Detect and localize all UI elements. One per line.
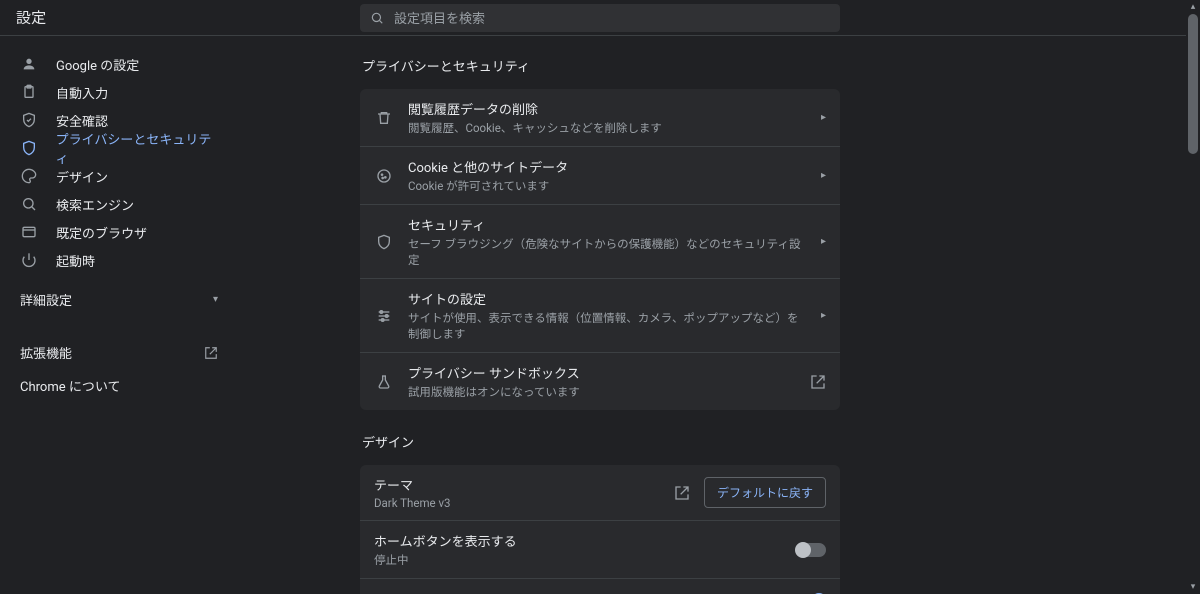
row-sub: セーフ ブラウジング（危険なサイトからの保護機能）などのセキュリティ設定 [408,236,807,268]
sidebar-item-search-engine[interactable]: 検索エンジン [0,190,240,218]
row-sub: 閲覧履歴、Cookie、キャッシュなどを削除します [408,120,807,136]
row-sub: サイトが使用、表示できる情報（位置情報、カメラ、ポップアップなど）を制御します [408,310,807,342]
palette-icon [20,167,38,185]
sidebar-item-label: プライバシーとセキュリティ [56,129,220,167]
sidebar-item-label: 安全確認 [56,111,108,130]
bookmark-bar-row: ブックマーク バーを表示する [360,579,840,594]
chevron-right-icon: ▸ [821,170,826,181]
sidebar: Google の設定 自動入力 安全確認 プライバシーとセキュリティ デザイン … [0,36,240,594]
chevron-right-icon: ▸ [821,236,826,247]
row-title: 閲覧履歴データの削除 [408,99,807,118]
sidebar-item-label: 既定のブラウザ [56,223,147,242]
sidebar-item-label: Google の設定 [56,55,139,74]
about-label: Chrome について [20,376,120,395]
theme-title: テーマ [374,475,660,494]
home-button-sub: 停止中 [374,552,782,568]
search-icon [370,11,384,25]
browser-icon [20,223,38,241]
home-button-title: ホームボタンを表示する [374,531,782,550]
row-title: セキュリティ [408,215,807,234]
privacy-card: 閲覧履歴データの削除 閲覧履歴、Cookie、キャッシュなどを削除します ▸ C… [360,89,840,410]
sidebar-advanced-toggle[interactable]: 詳細設定 ▾ [0,280,240,319]
chevron-down-icon: ▾ [213,294,218,305]
home-button-toggle[interactable] [796,543,826,557]
appearance-section-title: デザイン [362,432,840,451]
power-icon [20,251,38,269]
clear-browsing-data-row[interactable]: 閲覧履歴データの削除 閲覧履歴、Cookie、キャッシュなどを削除します ▸ [360,89,840,147]
cookies-row[interactable]: Cookie と他のサイトデータ Cookie が許可されています ▸ [360,147,840,205]
home-button-row: ホームボタンを表示する 停止中 [360,521,840,579]
sidebar-extensions-link[interactable]: 拡張機能 [0,333,240,372]
person-icon [20,55,38,73]
chevron-right-icon: ▸ [821,310,826,321]
shield-check-icon [20,111,38,129]
sidebar-item-default-browser[interactable]: 既定のブラウザ [0,218,240,246]
clipboard-icon [20,83,38,101]
open-external-icon [204,346,218,360]
theme-sub: Dark Theme v3 [374,496,660,510]
open-external-icon[interactable] [674,485,690,501]
row-sub: 試用版機能はオンになっています [408,384,796,400]
cookie-icon [374,166,394,186]
flask-icon [374,372,394,392]
row-sub: Cookie が許可されています [408,178,807,194]
search-box[interactable] [360,4,840,32]
scroll-up-arrow-icon[interactable]: ▴ [1186,0,1200,14]
advanced-label: 詳細設定 [20,290,72,309]
main-content: プライバシーとセキュリティ 閲覧履歴データの削除 閲覧履歴、Cookie、キャッ… [240,36,1200,594]
tune-icon [374,306,394,326]
reset-default-button[interactable]: デフォルトに戻す [704,477,826,508]
sidebar-item-label: 自動入力 [56,83,108,102]
appearance-card: テーマ Dark Theme v3 デフォルトに戻す ホームボタンを表示する 停… [360,465,840,594]
topbar: 設定 [0,0,1200,36]
sidebar-item-privacy[interactable]: プライバシーとセキュリティ [0,134,240,162]
row-title: Cookie と他のサイトデータ [408,157,807,176]
scroll-thumb[interactable] [1188,14,1198,154]
chevron-right-icon: ▸ [821,112,826,123]
sidebar-item-label: 検索エンジン [56,195,134,214]
security-row[interactable]: セキュリティ セーフ ブラウジング（危険なサイトからの保護機能）などのセキュリテ… [360,205,840,279]
search-icon [20,195,38,213]
sidebar-item-google[interactable]: Google の設定 [0,50,240,78]
privacy-section-title: プライバシーとセキュリティ [362,56,840,75]
scroll-down-arrow-icon[interactable]: ▾ [1186,580,1200,594]
page-title: 設定 [16,7,46,28]
extensions-label: 拡張機能 [20,343,72,362]
search-input[interactable] [394,11,830,26]
shield-icon [374,232,394,252]
theme-row: テーマ Dark Theme v3 デフォルトに戻す [360,465,840,521]
row-title: サイトの設定 [408,289,807,308]
sidebar-about-link[interactable]: Chrome について [0,372,240,405]
sidebar-item-startup[interactable]: 起動時 [0,246,240,274]
sidebar-item-autofill[interactable]: 自動入力 [0,78,240,106]
site-settings-row[interactable]: サイトの設定 サイトが使用、表示できる情報（位置情報、カメラ、ポップアップなど）… [360,279,840,353]
shield-icon [20,139,38,157]
open-external-icon [810,374,826,390]
privacy-sandbox-row[interactable]: プライバシー サンドボックス 試用版機能はオンになっています [360,353,840,410]
scrollbar[interactable]: ▴ ▾ [1186,0,1200,594]
sidebar-item-label: 起動時 [56,251,95,270]
row-title: プライバシー サンドボックス [408,363,796,382]
sidebar-item-label: デザイン [56,167,108,186]
trash-icon [374,108,394,128]
